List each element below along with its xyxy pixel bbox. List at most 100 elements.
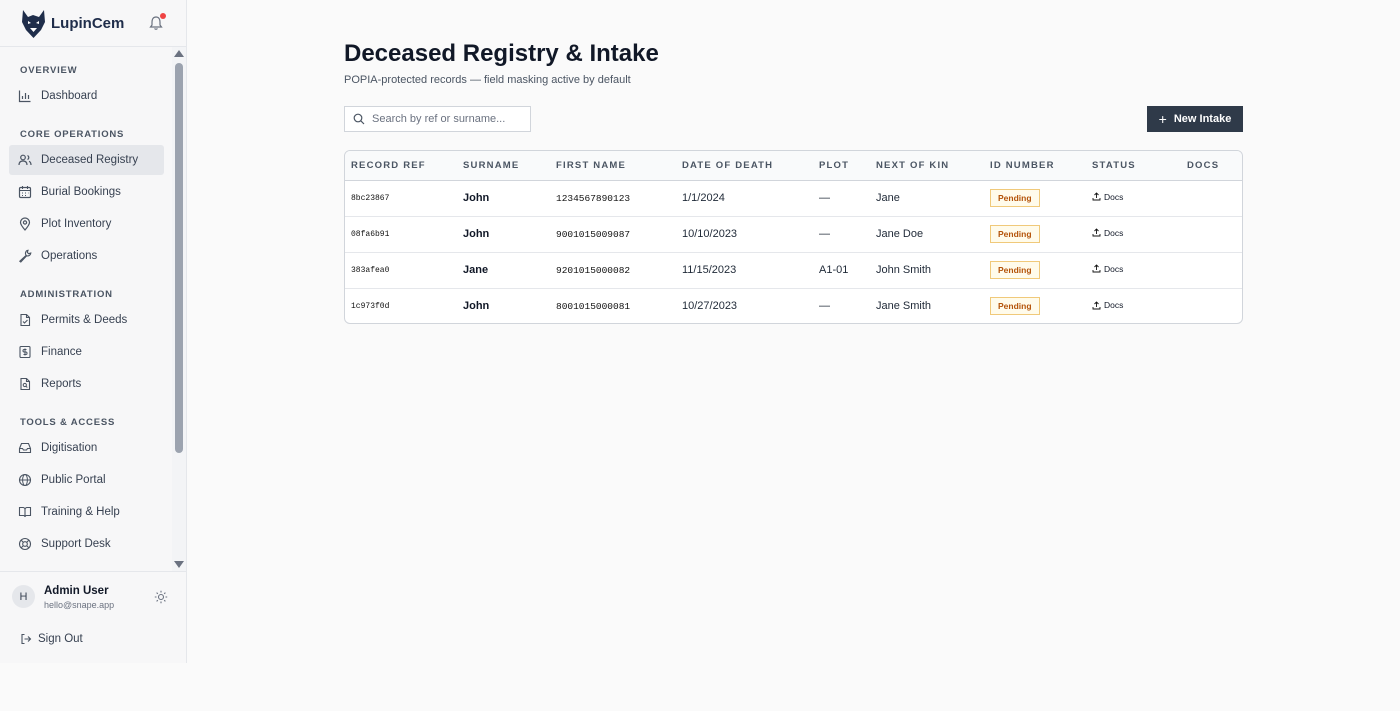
sidebar-item-label: Public Portal: [41, 474, 106, 486]
date-of-death-cell: 10/10/2023: [682, 228, 738, 240]
sidebar-item-finance[interactable]: Finance: [9, 337, 164, 367]
sidebar-scrollbar[interactable]: [172, 47, 186, 571]
upload-icon: [1092, 192, 1101, 201]
status-badge: Pending: [990, 189, 1040, 207]
chart-icon: [18, 90, 31, 103]
table-row[interactable]: 383afea0 Jane 9201015000082 11/15/2023 A…: [345, 252, 1242, 288]
sidebar-item-plot-inventory[interactable]: Plot Inventory: [9, 209, 164, 239]
upload-icon: [1092, 300, 1101, 309]
table-row[interactable]: 1c973f0d John 8001015000081 10/27/2023 —…: [345, 288, 1242, 323]
surname-cell: Jane: [463, 264, 489, 276]
app-name: LupinCem: [51, 14, 125, 32]
sidebar-item-label: Burial Bookings: [41, 186, 121, 198]
column-header[interactable]: Next of Kin: [870, 151, 984, 180]
date-of-death-cell: 10/27/2023: [682, 300, 738, 313]
record-ref: 8bc23867: [351, 193, 390, 203]
sidebar-item-label: Dashboard: [41, 90, 98, 102]
table-row[interactable]: 8bc23867 John 1234567890123 1/1/2024 — J…: [345, 180, 1242, 216]
sidebar-item-label: Plot Inventory: [41, 218, 112, 230]
column-header[interactable]: Surname: [457, 151, 550, 180]
sidebar-item-label: Training & Help: [41, 506, 120, 518]
date-of-death-cell: 1/1/2024: [682, 192, 725, 204]
sidebar-item-reports[interactable]: Reports: [9, 369, 164, 399]
docs-button[interactable]: Docs: [1092, 264, 1123, 274]
status-cell: Pending: [984, 216, 1086, 252]
user-email: hello@snape.app: [44, 600, 115, 610]
sidebar-item-support-desk[interactable]: Support Desk: [9, 529, 164, 559]
next-of-kin-cell: John Smith: [876, 264, 932, 276]
inbox-icon: [18, 442, 32, 454]
sidebar-item-label: Operations: [41, 250, 98, 262]
date-of-death-cell: 11/15/2023: [682, 264, 737, 276]
upload-icon: [1092, 264, 1101, 273]
new-intake-button[interactable]: + New Intake: [1147, 106, 1243, 132]
status-cell: Pending: [984, 288, 1086, 323]
first-name-cell: 9201015000082: [556, 264, 631, 276]
sign-out-button[interactable]: Sign Out: [20, 633, 83, 645]
docs-label: Docs: [1104, 227, 1124, 238]
column-header[interactable]: Status: [1086, 151, 1181, 180]
sidebar-item-label: Permits & Deeds: [41, 314, 128, 326]
column-header[interactable]: ID Number: [984, 151, 1086, 180]
sidebar-item-operations[interactable]: Operations: [9, 241, 164, 271]
docs-button[interactable]: Docs: [1092, 228, 1123, 238]
sidebar-item-label: Reports: [41, 378, 82, 390]
scroll-up-arrow-icon[interactable]: [174, 50, 184, 57]
sidebar-item-burial-bookings[interactable]: Burial Bookings: [9, 177, 164, 207]
search-box[interactable]: [344, 106, 531, 132]
docs-label: Docs: [1104, 191, 1124, 202]
logout-icon: [21, 633, 32, 645]
avatar[interactable]: H: [12, 585, 35, 608]
next-of-kin-cell: Jane Smith: [876, 300, 932, 313]
surname-cell: John: [463, 300, 490, 313]
registry-table: Record Ref Surname First Name Date of De…: [344, 150, 1243, 324]
surname-cell: John: [463, 192, 490, 204]
sidebar: LupinCem Overview Dashboard Core Operati…: [0, 0, 187, 663]
page-title: Deceased Registry & Intake: [344, 40, 659, 67]
search-input[interactable]: [372, 113, 522, 125]
sidebar-item-public-portal[interactable]: Public Portal: [9, 465, 164, 495]
user-panel: H Admin User hello@snape.app Sign Out: [0, 571, 187, 663]
column-header[interactable]: Docs: [1181, 151, 1242, 180]
sidebar-item-deceased-registry[interactable]: Deceased Registry: [9, 145, 164, 175]
sidebar-item-permits-deeds[interactable]: Permits & Deeds: [9, 305, 164, 335]
section-title-core-operations: Core Operations: [20, 129, 125, 140]
empty-cell: [1181, 252, 1242, 288]
next-of-kin-cell: Jane: [876, 192, 900, 204]
scroll-down-arrow-icon[interactable]: [174, 561, 184, 568]
map-pin-icon: [19, 217, 31, 231]
next-of-kin-cell: Jane Doe: [876, 228, 924, 240]
sidebar-item-label: Deceased Registry: [41, 154, 139, 166]
column-header[interactable]: Plot: [813, 151, 870, 180]
wrench-icon: [18, 249, 32, 263]
docs-button[interactable]: Docs: [1092, 300, 1123, 310]
column-header[interactable]: First Name: [550, 151, 676, 180]
page-subtitle: POPIA-protected records — field masking …: [344, 74, 631, 86]
notification-dot: [160, 13, 166, 19]
sidebar-item-training-help[interactable]: Training & Help: [9, 497, 164, 527]
section-title-overview: Overview: [20, 65, 78, 76]
first-name-cell: 8001015000081: [556, 300, 631, 312]
dollar-icon: [19, 345, 31, 359]
section-title-tools-access: Tools & Access: [20, 417, 116, 428]
docs-button[interactable]: Docs: [1092, 192, 1123, 202]
column-header[interactable]: Record Ref: [345, 151, 457, 180]
sidebar-item-digitisation[interactable]: Digitisation: [9, 433, 164, 463]
lifebuoy-icon: [18, 537, 32, 551]
status-cell: Pending: [984, 180, 1086, 216]
file-search-icon: [20, 377, 31, 391]
record-ref: 1c973f0d: [351, 301, 390, 311]
plot-cell: A1-01: [819, 264, 849, 276]
column-header[interactable]: Date of Death: [676, 151, 813, 180]
file-check-icon: [20, 313, 31, 327]
sidebar-item-dashboard[interactable]: Dashboard: [9, 81, 164, 111]
surname-cell: John: [463, 228, 490, 240]
first-name-cell: 9001015009087: [556, 228, 631, 240]
status-badge: Pending: [990, 297, 1040, 316]
scroll-thumb[interactable]: [175, 63, 183, 453]
notifications-bell-icon[interactable]: [148, 13, 166, 31]
sun-icon[interactable]: [154, 590, 168, 604]
wolf-logo-icon: [22, 9, 45, 38]
empty-cell: [1181, 288, 1242, 323]
table-row[interactable]: 08fa6b91 John 9001015009087 10/10/2023 —…: [345, 216, 1242, 252]
